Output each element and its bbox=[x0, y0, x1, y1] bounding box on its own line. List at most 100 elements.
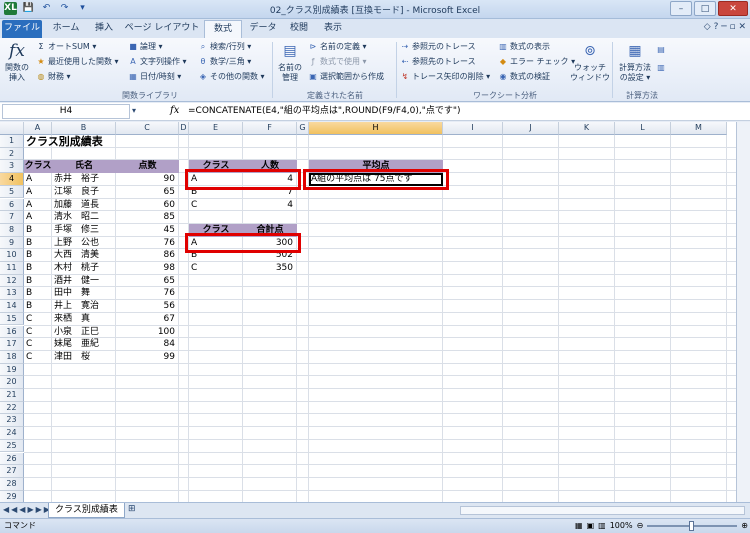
student-score[interactable]: 84 bbox=[118, 338, 178, 351]
math-button[interactable]: θ 数学/三角 ▾ bbox=[198, 56, 252, 68]
use-in-formula-button[interactable]: ƒ 数式で使用 ▾ bbox=[308, 56, 367, 68]
trace-precedents-button[interactable]: ⇢ 参照元のトレース bbox=[400, 41, 476, 53]
student-name[interactable]: 大西 清美 bbox=[54, 249, 115, 262]
row-header-27[interactable]: 27 bbox=[0, 465, 24, 478]
student-class[interactable]: A bbox=[26, 186, 51, 199]
row-header-24[interactable]: 24 bbox=[0, 427, 24, 440]
view-page-break-icon[interactable]: ▥ bbox=[598, 519, 606, 533]
row-header-28[interactable]: 28 bbox=[0, 477, 24, 491]
row-header-21[interactable]: 21 bbox=[0, 389, 24, 402]
row-header-5[interactable]: 5 bbox=[0, 185, 24, 199]
row-header-22[interactable]: 22 bbox=[0, 401, 24, 415]
student-class[interactable]: A bbox=[26, 173, 51, 186]
sheet-nav-icons[interactable]: ◀◀◀▶▶▶ bbox=[3, 505, 52, 514]
student-name[interactable]: 津田 桜 bbox=[54, 351, 115, 364]
sum-value[interactable]: 350 bbox=[245, 262, 296, 275]
row-header-15[interactable]: 15 bbox=[0, 312, 24, 326]
zoom-slider[interactable] bbox=[647, 521, 738, 531]
view-page-layout-icon[interactable]: ▣ bbox=[587, 519, 595, 533]
create-from-selection-button[interactable]: ▣ 選択範囲から作成 bbox=[308, 71, 384, 83]
calc-now-button[interactable]: ▤ bbox=[656, 44, 668, 56]
calc-options-button[interactable]: ▦ 計算方法 の設定 ▾ bbox=[615, 40, 655, 83]
zoom-level[interactable]: 100% bbox=[610, 519, 633, 533]
row-header-23[interactable]: 23 bbox=[0, 414, 24, 428]
row-header-16[interactable]: 16 bbox=[0, 325, 24, 339]
student-name[interactable]: 来栖 真 bbox=[54, 313, 115, 326]
student-class[interactable]: C bbox=[26, 313, 51, 326]
tab-home[interactable]: ホーム bbox=[48, 20, 84, 38]
column-header-f[interactable]: F bbox=[243, 122, 297, 135]
student-class[interactable]: B bbox=[26, 275, 51, 288]
student-name[interactable]: 清水 昭二 bbox=[54, 211, 115, 224]
help-icon[interactable]: ◇ ? ─ ▫ ✕ bbox=[704, 22, 746, 32]
student-score[interactable]: 67 bbox=[118, 313, 178, 326]
evaluate-formula-button[interactable]: ◉ 数式の検証 bbox=[498, 71, 551, 83]
row-header-14[interactable]: 14 bbox=[0, 300, 24, 313]
student-name[interactable]: 手塚 修三 bbox=[54, 224, 115, 237]
tab-insert[interactable]: 挿入 bbox=[88, 20, 120, 38]
student-name[interactable]: 上野 公也 bbox=[54, 237, 115, 250]
header-score[interactable]: 点数 bbox=[116, 160, 179, 174]
maximize-button[interactable]: □ bbox=[694, 1, 716, 16]
vertical-scrollbar[interactable] bbox=[736, 122, 750, 502]
tab-data[interactable]: データ bbox=[246, 20, 280, 38]
watch-window-button[interactable]: ⊚ ウォッチ ウィンドウ bbox=[570, 40, 610, 83]
student-name[interactable]: 江塚 良子 bbox=[54, 186, 115, 199]
lookup-button[interactable]: ⌕ 検索/行列 ▾ bbox=[198, 41, 252, 53]
datetime-button[interactable]: ▦ 日付/時刻 ▾ bbox=[128, 71, 181, 83]
student-name[interactable]: 妹尾 亜紀 bbox=[54, 338, 115, 351]
row-header-19[interactable]: 19 bbox=[0, 363, 24, 377]
student-score[interactable]: 85 bbox=[118, 211, 178, 224]
student-class[interactable]: C bbox=[26, 351, 51, 364]
column-header-e[interactable]: E bbox=[189, 122, 243, 135]
zoom-out-icon[interactable]: ⊖ bbox=[637, 519, 644, 533]
column-header-c[interactable]: C bbox=[116, 122, 179, 135]
column-header-b[interactable]: B bbox=[52, 122, 116, 135]
student-score[interactable]: 86 bbox=[118, 249, 178, 262]
zoom-slider-knob[interactable] bbox=[689, 521, 695, 531]
student-name[interactable]: 井上 寛治 bbox=[54, 300, 115, 313]
tab-formulas[interactable]: 数式 bbox=[204, 20, 242, 38]
row-header-18[interactable]: 18 bbox=[0, 350, 24, 364]
student-name[interactable]: 赤井 裕子 bbox=[54, 173, 115, 186]
formula-input[interactable]: =CONCATENATE(E4,"組の平均点は",ROUND(F9/F4,0),… bbox=[188, 105, 461, 118]
insert-function-button[interactable]: fx 関数の 挿入 bbox=[2, 40, 32, 83]
row-header-11[interactable]: 11 bbox=[0, 262, 24, 275]
student-score[interactable]: 98 bbox=[118, 262, 178, 275]
student-score[interactable]: 65 bbox=[118, 275, 178, 288]
column-header-a[interactable]: A bbox=[24, 122, 52, 135]
student-class[interactable]: B bbox=[26, 287, 51, 300]
student-score[interactable]: 56 bbox=[118, 300, 178, 313]
student-score[interactable]: 90 bbox=[118, 173, 178, 186]
tab-file[interactable]: ファイル bbox=[2, 20, 42, 38]
row-header-7[interactable]: 7 bbox=[0, 211, 24, 224]
header-name[interactable]: 氏名 bbox=[52, 160, 116, 174]
name-box-dropdown-icon[interactable]: ▾ bbox=[132, 106, 136, 115]
sheet-tab-active[interactable]: クラス別成績表 bbox=[48, 503, 125, 518]
tab-page-layout[interactable]: ページ レイアウト bbox=[124, 20, 200, 38]
recent-functions-button[interactable]: ★ 最近使用した関数 ▾ bbox=[36, 56, 118, 68]
worksheet-grid[interactable]: A B C D E F G H I J K L M 1 2 3 4 5 6 7 8 9 10 11 12 13 14 15 16 17 18… bbox=[0, 122, 750, 504]
insert-function-icon[interactable]: fx bbox=[170, 105, 179, 116]
trace-dependents-button[interactable]: ⇠ 参照先のトレース bbox=[400, 56, 476, 68]
column-header-g[interactable]: G bbox=[297, 122, 309, 135]
autosum-button[interactable]: Σ オートSUM ▾ bbox=[36, 41, 96, 53]
column-header-i[interactable]: I bbox=[443, 122, 503, 135]
student-class[interactable]: B bbox=[26, 237, 51, 250]
minimize-button[interactable]: – bbox=[670, 1, 692, 16]
row-header-4[interactable]: 4 bbox=[0, 173, 24, 186]
row-header-20[interactable]: 20 bbox=[0, 376, 24, 389]
student-name[interactable]: 加藤 道長 bbox=[54, 199, 115, 212]
header-class[interactable]: クラス bbox=[24, 160, 52, 174]
row-header-1[interactable]: 1 bbox=[0, 135, 24, 148]
student-name[interactable]: 酒井 健一 bbox=[54, 275, 115, 288]
student-name[interactable]: 小泉 正巳 bbox=[54, 326, 115, 339]
row-header-25[interactable]: 25 bbox=[0, 439, 24, 453]
column-header-h[interactable]: H bbox=[309, 122, 443, 135]
student-score[interactable]: 99 bbox=[118, 351, 178, 364]
error-check-button[interactable]: ◆ エラー チェック ▾ bbox=[498, 56, 575, 68]
column-header-m[interactable]: M bbox=[671, 122, 727, 135]
tab-review[interactable]: 校閲 bbox=[284, 20, 314, 38]
student-class[interactable]: C bbox=[26, 338, 51, 351]
student-class[interactable]: B bbox=[26, 262, 51, 275]
